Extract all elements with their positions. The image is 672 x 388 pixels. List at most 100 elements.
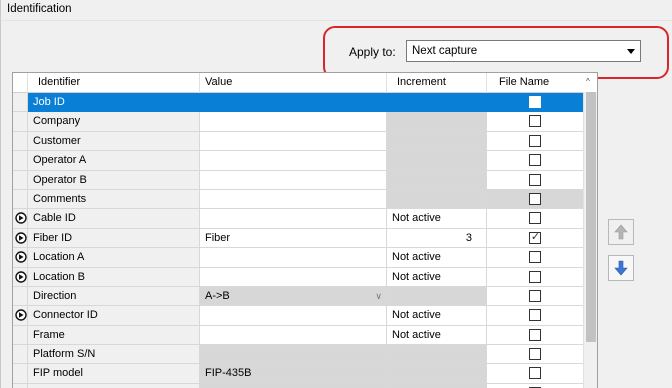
identifier-cell: Direction (28, 286, 200, 307)
value-cell[interactable] (200, 151, 387, 171)
value-cell[interactable]: Fiber (200, 228, 387, 249)
header-value[interactable]: Value (200, 73, 387, 93)
scrollbar-thumb[interactable] (586, 92, 596, 342)
value-cell[interactable] (200, 325, 387, 346)
table-row[interactable]: Comments (13, 189, 584, 210)
circle-arrow-icon[interactable] (15, 309, 27, 321)
header-increment[interactable]: Increment (387, 73, 487, 93)
identifier-cell: Fiber ID (28, 228, 200, 249)
table-row[interactable]: Operator B (13, 170, 584, 190)
value-cell[interactable] (200, 131, 387, 152)
row-icon-cell (13, 151, 28, 171)
table-row[interactable]: Location B Not active (13, 267, 584, 287)
circle-arrow-icon[interactable] (15, 212, 27, 225)
table-row[interactable]: Operator A (13, 151, 584, 171)
circle-arrow-icon[interactable] (15, 232, 27, 244)
file-name-cell (487, 93, 584, 113)
table-row[interactable]: FIP S/N000000 (13, 383, 584, 388)
table-row[interactable]: Platform S/N (13, 345, 584, 365)
header-identifier[interactable]: Identifier (28, 73, 200, 93)
increment-cell (387, 170, 487, 190)
value-cell[interactable] (200, 170, 387, 190)
table-scrollbar[interactable] (583, 92, 597, 388)
file-name-cell (487, 112, 584, 132)
table-row[interactable]: Fiber ID Fiber 3 ✓ (13, 228, 584, 249)
increment-cell[interactable]: Not active (387, 209, 487, 229)
move-down-button[interactable] (608, 255, 634, 281)
file-name-checkbox[interactable] (529, 96, 541, 108)
identifier-cell: Company (28, 112, 200, 132)
identifier-cell: FIP model (28, 364, 200, 384)
file-name-checkbox[interactable] (529, 154, 541, 167)
increment-cell[interactable]: Not active (387, 306, 487, 326)
value-cell[interactable] (200, 306, 387, 326)
file-name-cell (487, 170, 584, 190)
circle-arrow-icon[interactable] (15, 270, 27, 283)
value-cell[interactable] (200, 267, 387, 287)
table-row[interactable]: Connector ID Not active (13, 306, 584, 326)
row-icon-cell (13, 248, 28, 268)
table-row[interactable]: Job ID (13, 93, 584, 113)
increment-cell (387, 112, 487, 132)
checkmark-icon: ✓ (530, 230, 541, 243)
increment-cell (387, 286, 487, 307)
value-text: FIP-435B (205, 367, 252, 380)
file-name-checkbox[interactable] (529, 270, 541, 283)
file-name-cell (487, 267, 584, 287)
file-name-checkbox[interactable] (529, 134, 541, 147)
chevron-down-icon[interactable]: ∨ (375, 287, 382, 305)
increment-cell (387, 364, 487, 384)
increment-cell[interactable]: 3 (387, 228, 487, 249)
file-name-checkbox[interactable] (529, 212, 541, 225)
value-cell[interactable] (200, 112, 387, 132)
identifier-cell: Operator B (28, 170, 200, 190)
value-cell[interactable]: FIP-435B (200, 364, 387, 384)
value-cell[interactable] (200, 345, 387, 365)
value-cell[interactable] (200, 209, 387, 229)
file-name-checkbox[interactable] (529, 192, 541, 205)
identifier-cell: Frame (28, 325, 200, 346)
row-icon-cell (13, 93, 28, 113)
value-cell[interactable]: 000000 (200, 383, 387, 388)
header-file-name[interactable]: File Name (487, 73, 584, 93)
file-name-checkbox[interactable] (529, 348, 541, 361)
increment-cell[interactable]: Not active (387, 248, 487, 268)
table-row[interactable]: Cable ID Not active (13, 209, 584, 229)
value-cell[interactable] (200, 248, 387, 268)
file-name-cell (487, 189, 584, 210)
value-cell[interactable] (200, 93, 387, 113)
identifier-cell: Customer (28, 131, 200, 152)
file-name-checkbox[interactable] (529, 289, 541, 302)
table-row[interactable]: Customer (13, 131, 584, 152)
file-name-cell (487, 131, 584, 152)
file-name-checkbox[interactable] (529, 251, 541, 264)
move-up-button[interactable] (608, 219, 634, 245)
file-name-checkbox[interactable] (529, 173, 541, 186)
file-name-checkbox[interactable] (529, 309, 541, 322)
table-row[interactable]: Company (13, 112, 584, 132)
arrow-up-icon (614, 224, 628, 240)
circle-arrow-icon[interactable] (15, 251, 27, 263)
table-row[interactable]: Frame Not active (13, 325, 584, 346)
value-cell[interactable] (200, 189, 387, 210)
row-icon-cell (13, 170, 28, 190)
table-row[interactable]: FIP model FIP-435B (13, 364, 584, 384)
increment-cell (387, 189, 487, 210)
direction-select[interactable]: A->B ∨ (200, 286, 387, 307)
file-name-checkbox[interactable] (529, 328, 541, 341)
file-name-cell (487, 325, 584, 346)
table-row[interactable]: Location A Not active (13, 248, 584, 268)
file-name-cell (487, 209, 584, 229)
arrow-down-icon (614, 260, 628, 276)
identifier-cell: Location B (28, 267, 200, 287)
file-name-checkbox[interactable] (529, 115, 541, 128)
table-row[interactable]: Direction A->B ∨ (13, 286, 584, 307)
increment-cell[interactable]: Not active (387, 267, 487, 287)
table-header: Identifier Value Increment File Name ^ (13, 73, 597, 93)
file-name-cell (487, 345, 584, 365)
increment-cell[interactable]: Not active (387, 325, 487, 346)
row-icon-cell (13, 286, 28, 307)
row-icon-cell (13, 306, 28, 326)
file-name-checkbox[interactable]: ✓ (529, 230, 541, 244)
file-name-checkbox[interactable] (529, 367, 541, 380)
